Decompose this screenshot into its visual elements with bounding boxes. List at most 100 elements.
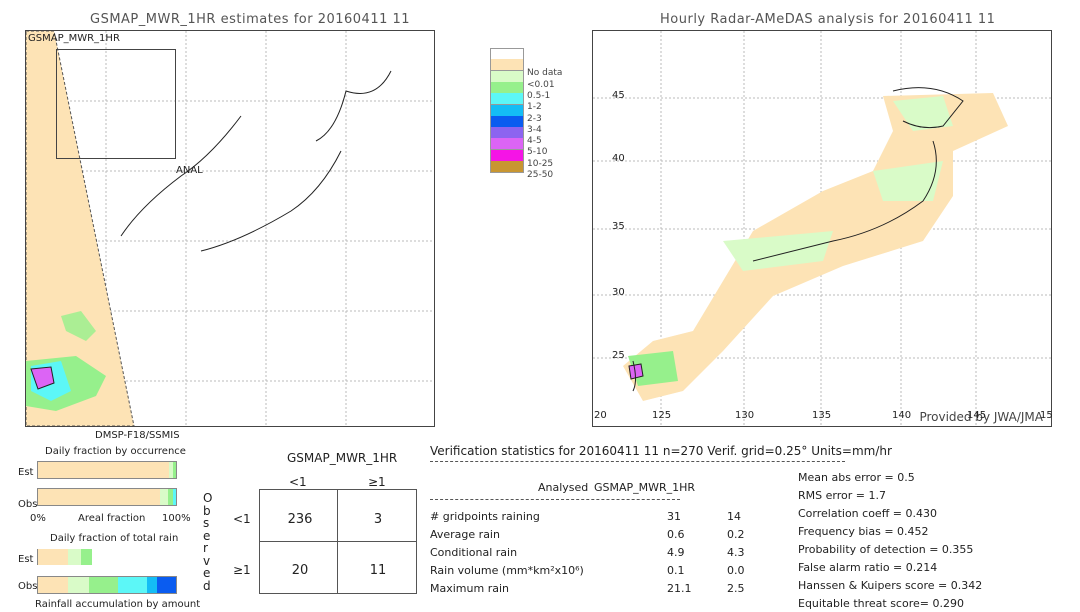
bar-segment (173, 462, 176, 478)
stat-analysed: 0.6 (667, 528, 685, 541)
stat-analysed: 4.9 (667, 546, 685, 559)
legend-swatch (490, 149, 524, 162)
bar-segment (38, 489, 161, 505)
legend-label: 2-3 (527, 113, 542, 124)
obs-label: Obs (18, 499, 38, 510)
contingency-grid: 236 3 20 11 (259, 489, 417, 594)
lon-tick: 15 (1040, 410, 1053, 421)
left-map-title: GSMAP_MWR_1HR estimates for 20160411 11 (90, 12, 411, 27)
score: False alarm ratio = 0.214 (798, 561, 938, 574)
total-est-bar (37, 549, 176, 565)
stat-model: 2.5 (727, 582, 745, 595)
cell-miss: 20 (291, 563, 309, 578)
bar-segment (68, 577, 90, 593)
lat-tick: 30 (612, 287, 625, 298)
axis-right: 100% (162, 513, 191, 524)
bar-segment (173, 489, 176, 505)
occurrence-obs-bar (37, 488, 177, 506)
score: Equitable threat score= 0.290 (798, 597, 964, 610)
col-analysed: Analysed (538, 481, 589, 494)
legend-swatch (490, 93, 524, 106)
stat-model: 0.0 (727, 564, 745, 577)
total-obs-bar (37, 576, 177, 594)
legend-label: 1-2 (527, 102, 542, 113)
stats-header: Verification statistics for 20160411 11 … (430, 444, 892, 458)
bar-segment (156, 577, 176, 593)
stat-label: Conditional rain (430, 546, 518, 559)
bar-segment (68, 549, 81, 565)
lon-tick: 125 (652, 410, 672, 421)
lon-tick: 135 (812, 410, 832, 421)
occurrence-title: Daily fraction by occurrence (45, 446, 186, 457)
legend-swatch (490, 115, 524, 128)
score: Hanssen & Kuipers score = 0.342 (798, 579, 983, 592)
stat-label: # gridpoints raining (430, 510, 540, 523)
bar-segment (38, 549, 69, 565)
est-label: Est (18, 554, 34, 565)
legend-label: 0.5-1 (527, 90, 551, 101)
col-model: GSMAP_MWR_1HR (594, 481, 696, 494)
legend-label: 25-50 (527, 170, 554, 180)
legend-swatch (490, 81, 524, 94)
legend-swatch (490, 127, 524, 140)
cell-hit: 11 (369, 563, 387, 578)
bar-segment (89, 577, 119, 593)
legend-label: 4-5 (527, 136, 542, 147)
bar-segment (160, 489, 168, 505)
right-map: Provided by JWA/JMA (592, 30, 1052, 427)
contingency-title: GSMAP_MWR_1HR (287, 451, 398, 465)
score: Mean abs error = 0.5 (798, 471, 915, 484)
lat-tick: 35 (612, 221, 625, 232)
legend-swatch (490, 104, 524, 117)
legend-swatch (490, 138, 524, 151)
right-map-title: Hourly Radar-AMeDAS analysis for 2016041… (660, 12, 996, 27)
score: RMS error = 1.7 (798, 489, 886, 502)
score: Frequency bias = 0.452 (798, 525, 929, 538)
satellite-label: DMSP-F18/SSMIS (95, 430, 180, 441)
lon-tick: 140 (892, 410, 912, 421)
observed-label: Observed (203, 491, 213, 593)
legend-label: 3-4 (527, 124, 542, 135)
left-map: GSMAP_MWR_1HR ANAL (25, 30, 435, 427)
bar-segment (80, 549, 92, 565)
col-header: <1 (289, 475, 307, 489)
bar-segment (38, 462, 170, 478)
inset-box (56, 49, 176, 159)
obs-label: Obs (18, 581, 38, 592)
lat-tick: 40 (612, 153, 625, 164)
stat-model: 14 (727, 510, 741, 523)
lat-tick: 45 (612, 90, 625, 101)
stat-analysed: 31 (667, 510, 681, 523)
stat-model: 0.2 (727, 528, 745, 541)
col-header: ≥1 (368, 475, 386, 489)
occurrence-est-bar (37, 461, 177, 479)
anal-label: ANAL (176, 165, 203, 176)
stat-analysed: 21.1 (667, 582, 692, 595)
row-header: ≥1 (233, 563, 251, 577)
axis-mid: Areal fraction (78, 513, 146, 524)
bar-segment (38, 577, 69, 593)
axis-left: 0% (30, 513, 46, 524)
stat-label: Maximum rain (430, 582, 509, 595)
stat-analysed: 0.1 (667, 564, 685, 577)
score: Probability of detection = 0.355 (798, 543, 974, 556)
legend-swatch (490, 161, 524, 173)
legend-label: <0.01 (527, 79, 555, 90)
stat-label: Average rain (430, 528, 500, 541)
bar-segment (118, 577, 147, 593)
accum-title: Rainfall accumulation by amount (35, 599, 201, 610)
stat-label: Rain volume (mm*km²x10⁶) (430, 564, 584, 577)
lat-tick: 25 (612, 350, 625, 361)
est-label: Est (18, 467, 34, 478)
legend-label: 5-10 (527, 147, 548, 158)
lon-tick: 20 (594, 410, 607, 421)
legend-label: No data (527, 68, 563, 79)
cell-hit-neg: 236 (287, 512, 313, 527)
total-title: Daily fraction of total rain (50, 533, 179, 544)
legend-swatch (490, 59, 524, 72)
stat-model: 4.3 (727, 546, 745, 559)
lon-tick: 145 (967, 410, 987, 421)
score: Correlation coeff = 0.430 (798, 507, 937, 520)
legend-label: 10-25 (527, 158, 554, 169)
lon-tick: 130 (735, 410, 755, 421)
